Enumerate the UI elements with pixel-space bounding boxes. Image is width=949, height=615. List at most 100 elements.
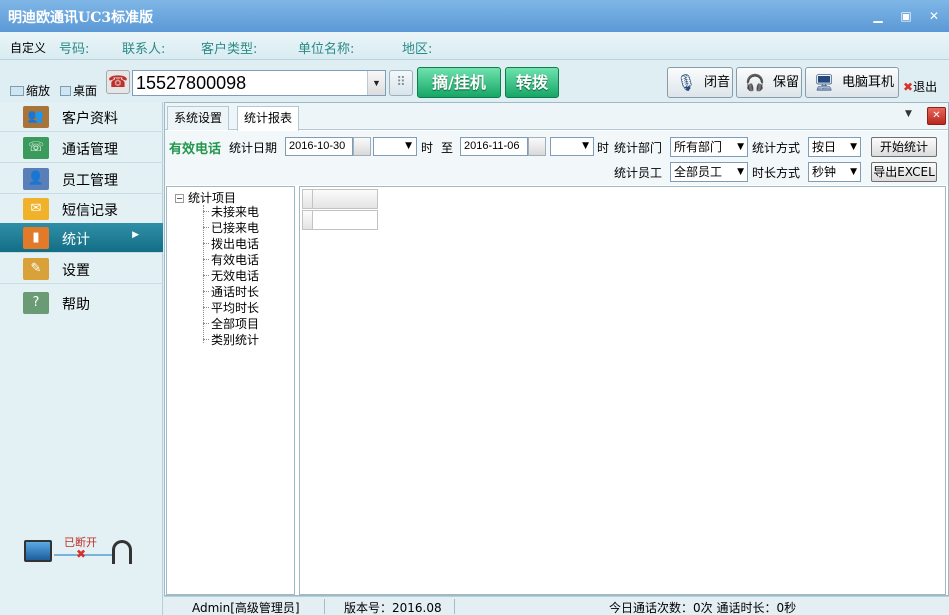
dept-select[interactable]: 所有部门 ▼ [670, 137, 748, 157]
tree-item[interactable]: 有效电话 [203, 251, 259, 268]
sidebar-item-label: 设置 [62, 263, 90, 279]
sidebar-item-staff[interactable]: 👤 员工管理 [0, 164, 163, 194]
start-date-input[interactable]: 2016-10-30 [285, 137, 353, 156]
phone-dropdown-icon[interactable]: ▼ [367, 71, 385, 95]
tree-item[interactable]: 拨出电话 [203, 235, 259, 252]
method-select[interactable]: 按日 ▼ [808, 137, 861, 157]
start-statistics-button[interactable]: 开始统计 [871, 137, 937, 157]
staff-icon: 👤 [23, 168, 49, 190]
grid-header [302, 189, 378, 209]
headphones-icon: 🎧 [745, 73, 765, 92]
start-calendar-icon[interactable] [353, 137, 371, 156]
current-user: Admin[高级管理员] [192, 601, 300, 615]
hold-label: 保留 [773, 75, 800, 90]
pc-headset-button[interactable]: 🖥 电脑耳机 [805, 67, 899, 98]
end-date-input[interactable]: 2016-11-06 [460, 137, 528, 156]
sidebar-item-label: 短信记录 [62, 203, 118, 219]
tree-item[interactable]: 类别统计 [203, 331, 259, 348]
end-hour-select[interactable]: ▼ [550, 137, 594, 156]
tree-item[interactable]: 平均时长 [203, 299, 259, 316]
maximize-icon[interactable]: ▣ [898, 8, 914, 24]
close-icon[interactable]: ✕ [926, 8, 942, 24]
tab-menu-icon[interactable]: ▼ [905, 109, 912, 119]
staff-label: 统计员工 [614, 166, 663, 180]
end-calendar-icon[interactable] [528, 137, 546, 156]
dept-label: 统计部门 [614, 141, 663, 155]
envelope-icon: ✉ [23, 198, 49, 220]
tab-close-icon[interactable]: ✕ [927, 107, 946, 125]
sidebar-item-statistics[interactable]: ▮ 统计 ▶ [0, 223, 163, 253]
phone-number-value: 15527800098 [136, 73, 247, 93]
tree-item[interactable]: 已接来电 [203, 219, 259, 236]
duration-select[interactable]: 秒钟 ▼ [808, 162, 861, 182]
sidebar-item-label: 通话管理 [62, 142, 118, 158]
region-label: 地区: [402, 42, 433, 57]
mute-button[interactable]: 🎙 闭音 [667, 67, 733, 98]
settings-icon: ✎ [23, 258, 49, 280]
statistics-tree: − 统计项目 未接来电 已接来电 拨出电话 有效电话 无效电话 通话时长 平均时长… [166, 186, 295, 595]
chevron-right-icon: ▶ [132, 230, 139, 240]
dropdown-icon: ▼ [850, 142, 857, 152]
tree-item[interactable]: 通话时长 [203, 283, 259, 300]
status-divider [324, 599, 325, 614]
staff-value: 全部员工 [674, 165, 723, 179]
duration-value: 秒钟 [812, 165, 837, 179]
desktop-toggle[interactable]: 桌面 [60, 82, 97, 99]
hold-button[interactable]: 🎧 保留 [736, 67, 802, 98]
keypad-icon[interactable]: ⠿ [389, 70, 413, 96]
version-info: 版本号：2016.08 [344, 601, 442, 615]
tab-strip: 系统设置 统计报表 ▼ ✕ [165, 103, 948, 131]
dropdown-icon: ▼ [850, 167, 857, 177]
pc-headset-icon: 🖥 [813, 73, 835, 92]
grid-row[interactable] [302, 210, 378, 230]
desktop-label: 桌面 [73, 84, 98, 98]
customer-type-label: 客户类型: [201, 42, 258, 57]
tree-item[interactable]: 全部项目 [203, 315, 259, 332]
zoom-icon [10, 86, 24, 96]
title-bar: 明迪欧通讯UC3标准版 ▁ ▣ ✕ [0, 0, 949, 32]
sidebar: 👥 客户资料 ☏ 通话管理 👤 员工管理 ✉ 短信记录 ▮ 统计 ▶ ✎ 设置 … [0, 102, 163, 615]
hook-button[interactable]: 摘/挂机 [417, 67, 501, 98]
tab-system-settings[interactable]: 系统设置 [167, 106, 230, 130]
minimize-icon[interactable]: ▁ [870, 8, 886, 24]
disconnected-icon: ✖ [76, 547, 87, 561]
customer-info-bar: 自定义 号码: 联系人: 客户类型: 单位名称: 地区: [0, 32, 949, 60]
phone-number-input[interactable]: 15527800098 ▼ [132, 70, 386, 96]
tree-item[interactable]: 未接来电 [203, 203, 259, 220]
hour-label: 时 [421, 141, 434, 155]
sidebar-item-customers[interactable]: 👥 客户资料 [0, 102, 163, 132]
sidebar-item-label: 员工管理 [62, 173, 118, 189]
company-name-label: 单位名称: [298, 42, 355, 57]
sidebar-item-calls[interactable]: ☏ 通话管理 [0, 133, 163, 163]
zoom-label: 缩放 [26, 84, 51, 98]
date-label: 统计日期 [229, 141, 278, 155]
headset-icon [112, 540, 132, 564]
report-grid[interactable] [299, 186, 946, 595]
tree-item[interactable]: 无效电话 [203, 267, 259, 284]
sidebar-item-sms[interactable]: ✉ 短信记录 [0, 194, 163, 224]
transfer-button[interactable]: 转拨 [505, 67, 559, 98]
dept-value: 所有部门 [674, 140, 723, 154]
zoom-toggle[interactable]: 缩放 [10, 82, 50, 99]
method-label: 统计方式 [752, 141, 801, 155]
phone-toolbar: 缩放 桌面 ☎ 15527800098 ▼ ⠿ 摘/挂机 转拨 🎙 闭音 🎧 保留 … [0, 60, 949, 102]
sidebar-item-help[interactable]: ? 帮助 [0, 288, 163, 318]
custom-button[interactable]: 自定义 [10, 39, 46, 56]
row-header [303, 211, 313, 229]
number-label: 号码: [59, 42, 90, 57]
computer-icon [24, 540, 52, 562]
sidebar-item-label: 帮助 [62, 297, 90, 313]
exit-button[interactable]: ✖退出 [903, 78, 937, 95]
start-hour-select[interactable]: ▼ [373, 137, 417, 156]
grid-corner [303, 190, 313, 208]
dropdown-icon: ▼ [737, 167, 744, 177]
collapse-icon[interactable]: − [175, 194, 184, 203]
exit-icon: ✖ [903, 80, 914, 94]
staff-select[interactable]: 全部员工 ▼ [670, 162, 748, 182]
export-excel-button[interactable]: 导出EXCEL [871, 162, 937, 182]
contact-label: 联系人: [122, 42, 166, 57]
microphone-icon: 🎙 [675, 73, 697, 92]
report-heading: 有效电话 [169, 142, 222, 157]
sidebar-item-settings[interactable]: ✎ 设置 [0, 254, 163, 284]
tab-statistics-report[interactable]: 统计报表 [237, 106, 300, 131]
